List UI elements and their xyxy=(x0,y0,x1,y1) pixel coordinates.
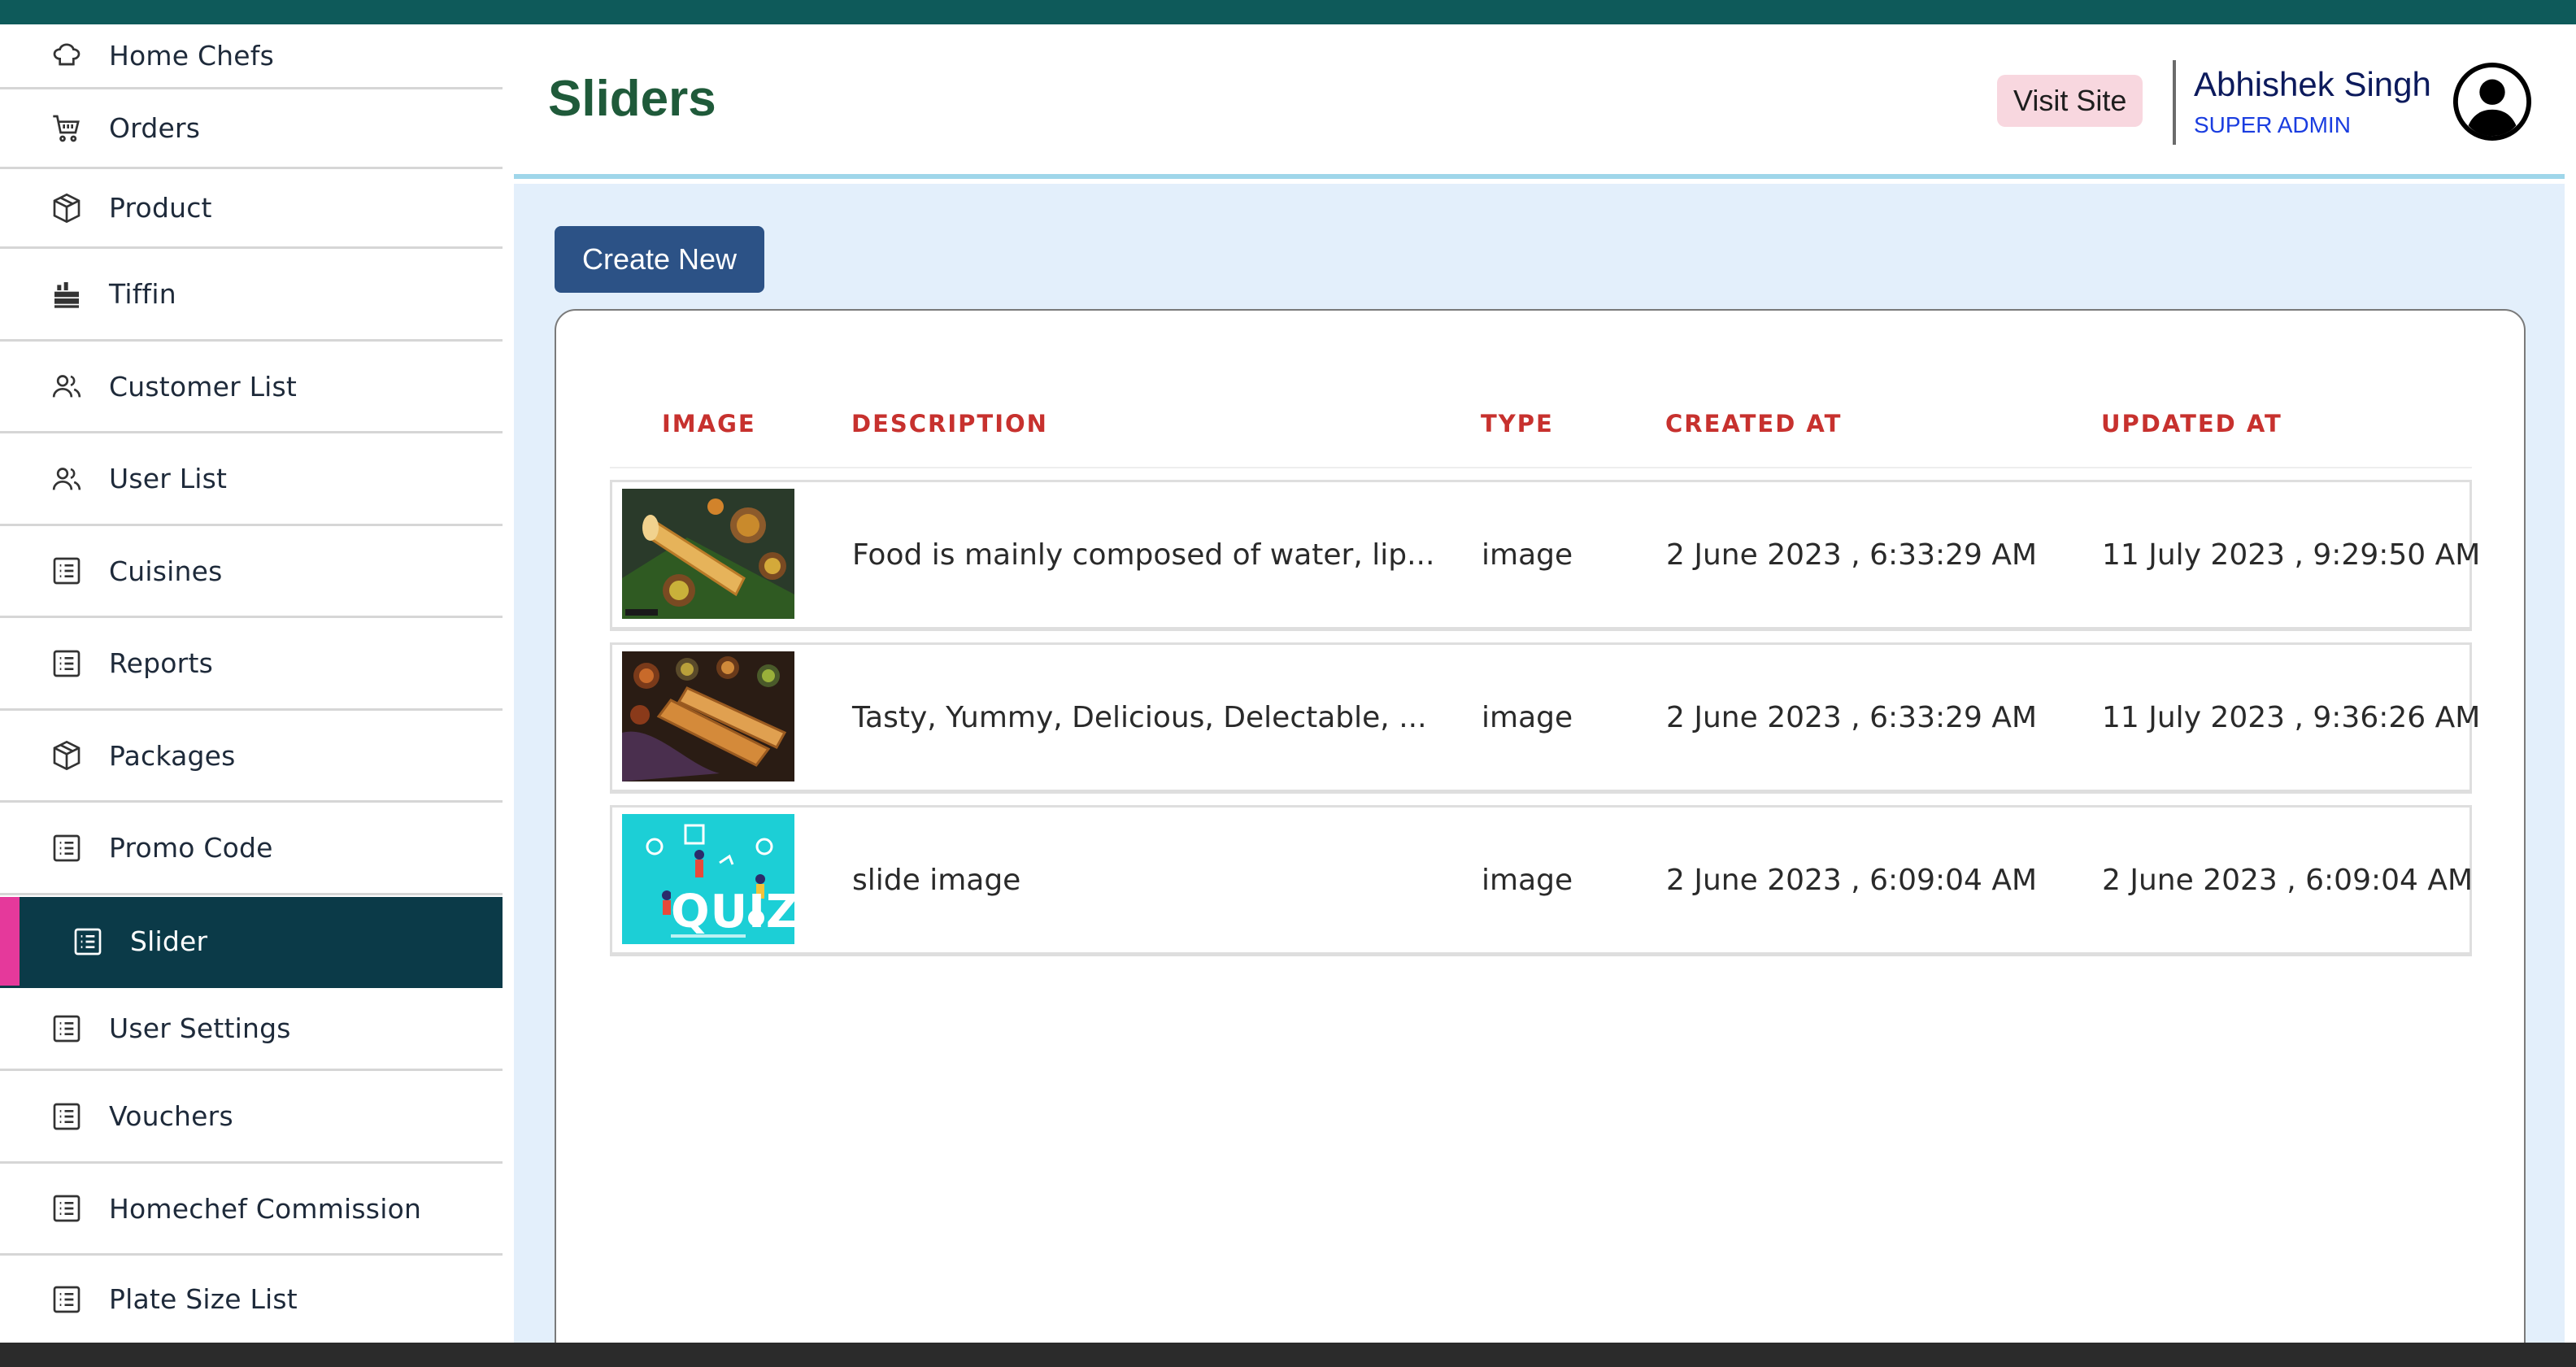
user-name: Abhishek Singh xyxy=(2194,65,2431,103)
cart-icon xyxy=(49,111,85,146)
sidebar-item-label: Customer List xyxy=(109,370,298,403)
active-indicator xyxy=(0,897,20,986)
sidebar-item-label: Product xyxy=(109,192,212,224)
sidebar-item-plate-size-list[interactable]: Plate Size List xyxy=(0,1256,503,1343)
slider-thumbnail-quiz[interactable]: QUIZ xyxy=(622,814,794,944)
sidebar-item-label: User List xyxy=(109,463,228,494)
row-updated-at: 11 July 2023 , 9:29:50 AM xyxy=(2102,538,2481,572)
sidebar-item-reports[interactable]: Reports xyxy=(0,618,503,711)
sidebar-item-label: User Settings xyxy=(109,1012,291,1044)
user-role: SUPER ADMIN xyxy=(2194,112,2351,137)
slider-thumbnail-dosa-platter[interactable] xyxy=(622,651,794,781)
box-icon xyxy=(49,738,85,773)
sidebar-item-homechef-commission[interactable]: Homechef Commission xyxy=(0,1164,503,1256)
sidebar-item-label: Cuisines xyxy=(109,555,223,587)
column-header-type: TYPE xyxy=(1481,410,1554,438)
user-avatar-icon xyxy=(2452,62,2532,141)
sidebar-item-promo-code[interactable]: Promo Code xyxy=(0,803,503,895)
sidebar-item-label: Homechef Commission xyxy=(109,1192,422,1225)
header-divider xyxy=(2173,60,2176,145)
page-title: Sliders xyxy=(548,71,716,127)
page-header: Sliders Visit Site Abhishek Singh SUPER … xyxy=(514,24,2565,179)
row-description: Food is mainly composed of water, lip... xyxy=(852,538,1435,572)
row-updated-at: 2 June 2023 , 6:09:04 AM xyxy=(2102,863,2474,897)
list-icon xyxy=(49,1191,85,1226)
list-icon xyxy=(49,646,85,681)
column-header-updated-at: UPDATED AT xyxy=(2101,410,2282,438)
sidebar-item-label: Reports xyxy=(109,647,213,679)
chef-hat-icon xyxy=(49,38,85,74)
main-content: Create New IMAGE DESCRIPTION TYPE CREATE… xyxy=(514,184,2565,1366)
sidebar-item-label: Promo Code xyxy=(109,832,273,864)
header-divider xyxy=(610,467,2472,468)
sidebar-item-label: Slider xyxy=(130,925,208,957)
sidebar-item-label: Orders xyxy=(109,112,201,144)
slider-thumbnail-dosa-thali[interactable] xyxy=(622,489,794,619)
sidebar-item-product[interactable]: Product xyxy=(0,169,503,249)
create-new-button[interactable]: Create New xyxy=(555,226,764,293)
row-created-at: 2 June 2023 , 6:33:29 AM xyxy=(1666,538,2038,572)
list-icon xyxy=(49,830,85,866)
row-type: image xyxy=(1482,700,1573,734)
sidebar-item-packages[interactable]: Packages xyxy=(0,711,503,803)
box-icon xyxy=(49,190,85,226)
sidebar-item-customer-list[interactable]: Customer List xyxy=(0,342,503,433)
list-icon xyxy=(49,1282,85,1317)
sidebar-item-orders[interactable]: Orders xyxy=(0,89,503,169)
table-row[interactable]: QUIZ slide image image 2 June 2023 , 6:0… xyxy=(610,805,2474,956)
sidebar-item-label: Tiffin xyxy=(109,278,176,310)
row-updated-at: 11 July 2023 , 9:36:26 AM xyxy=(2102,700,2481,734)
users-icon xyxy=(49,368,85,404)
sidebar-item-cuisines[interactable]: Cuisines xyxy=(0,526,503,618)
browser-top-strip xyxy=(0,0,2576,24)
list-icon xyxy=(49,1011,85,1047)
sidebar-item-label: Packages xyxy=(109,739,236,772)
sidebar-item-label: Vouchers xyxy=(109,1100,233,1132)
column-header-created-at: CREATED AT xyxy=(1665,410,1843,438)
list-icon xyxy=(49,553,85,589)
sidebar-item-user-settings[interactable]: User Settings xyxy=(0,988,503,1071)
os-taskbar xyxy=(0,1343,2576,1367)
row-type: image xyxy=(1482,863,1573,897)
sliders-table-card: IMAGE DESCRIPTION TYPE CREATED AT UPDATE… xyxy=(555,309,2526,1366)
list-icon xyxy=(70,924,106,960)
visit-site-button[interactable]: Visit Site xyxy=(1997,75,2143,127)
sidebar-item-vouchers[interactable]: Vouchers xyxy=(0,1071,503,1164)
list-icon xyxy=(49,1099,85,1134)
row-created-at: 2 June 2023 , 6:33:29 AM xyxy=(1666,700,2038,734)
sidebar-item-slider[interactable]: Slider xyxy=(0,897,503,988)
sidebar-item-user-list[interactable]: User List xyxy=(0,433,503,526)
sidebar-item-home-chefs[interactable]: Home Chefs xyxy=(0,24,503,89)
table-row[interactable]: Tasty, Yummy, Delicious, Delectable, ...… xyxy=(610,642,2480,794)
sidebar-item-label: Plate Size List xyxy=(109,1283,298,1315)
tiffin-icon xyxy=(49,276,85,312)
avatar[interactable] xyxy=(2452,62,2532,141)
column-header-description: DESCRIPTION xyxy=(851,410,1048,438)
row-description: slide image xyxy=(852,863,1021,897)
quiz-banner-text: QUIZ xyxy=(671,886,794,938)
row-created-at: 2 June 2023 , 6:09:04 AM xyxy=(1666,863,2038,897)
column-header-image: IMAGE xyxy=(662,410,756,438)
sidebar-item-tiffin[interactable]: Tiffin xyxy=(0,249,503,342)
sidebar: Home Chefs Orders Product Tiffin Custome… xyxy=(0,24,503,1343)
sidebar-item-label: Home Chefs xyxy=(109,40,275,72)
users-icon xyxy=(49,461,85,497)
row-type: image xyxy=(1482,538,1573,572)
row-description: Tasty, Yummy, Delicious, Delectable, ... xyxy=(852,700,1427,734)
table-row[interactable]: Food is mainly composed of water, lip...… xyxy=(610,480,2480,631)
